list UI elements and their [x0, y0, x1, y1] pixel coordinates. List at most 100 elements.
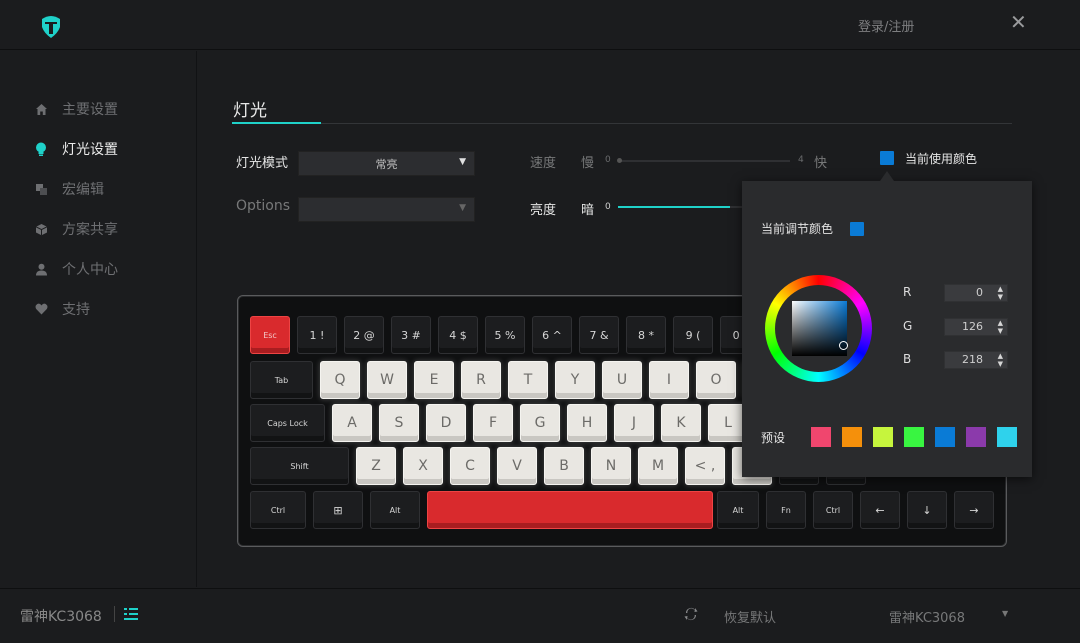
device-select-arrow-icon[interactable]: ▼: [1002, 609, 1008, 618]
list-icon[interactable]: [124, 606, 138, 622]
keyboard-key[interactable]: 2 @: [344, 316, 384, 354]
dropdown-arrow-icon: ▼: [459, 157, 466, 167]
keyboard-key[interactable]: 7 &: [579, 316, 619, 354]
page-title: 灯光: [233, 101, 267, 121]
keyboard-key[interactable]: V: [497, 447, 537, 485]
keyboard-key[interactable]: G: [520, 404, 560, 442]
keyboard-key[interactable]: S: [379, 404, 419, 442]
sidebar-item-macro[interactable]: 宏编辑: [34, 178, 104, 200]
current-color-swatch[interactable]: [880, 151, 894, 165]
keyboard-key[interactable]: N: [591, 447, 631, 485]
keyboard-key[interactable]: W: [367, 361, 407, 399]
speed-max: 4: [798, 155, 804, 165]
current-adjust-label: 当前调节颜色: [761, 222, 834, 236]
keyboard-key[interactable]: C: [450, 447, 490, 485]
stepper-arrows-icon[interactable]: ▲ ▼: [998, 319, 1003, 335]
speed-fast-label: 快: [814, 156, 828, 171]
keyboard-key[interactable]: J: [614, 404, 654, 442]
keyboard-key[interactable]: 1 !: [297, 316, 337, 354]
keyboard-key[interactable]: →: [954, 491, 994, 529]
bulb-icon: [34, 142, 48, 156]
b-input[interactable]: 218 ▲ ▼: [944, 351, 1008, 369]
keyboard-key[interactable]: 6 ^: [532, 316, 572, 354]
login-register-link[interactable]: 登录/注册: [858, 16, 914, 35]
preset-color-swatch[interactable]: [811, 427, 831, 447]
keyboard-key[interactable]: ↓: [907, 491, 947, 529]
refresh-icon[interactable]: [683, 606, 699, 622]
preset-color-swatch[interactable]: [873, 427, 893, 447]
keyboard-key[interactable]: M: [638, 447, 678, 485]
keyboard-key[interactable]: 8 *: [626, 316, 666, 354]
r-input[interactable]: 0 ▲ ▼: [944, 284, 1008, 302]
top-bar: 登录/注册 ✕: [0, 0, 1080, 50]
keyboard-key[interactable]: Alt: [370, 491, 420, 529]
keyboard-key[interactable]: 5 %: [485, 316, 525, 354]
keyboard-key[interactable]: 9 (: [673, 316, 713, 354]
sidebar-item-personal[interactable]: 个人中心: [34, 258, 118, 280]
keyboard-key[interactable]: < ,: [685, 447, 725, 485]
keyboard-key[interactable]: F: [473, 404, 513, 442]
keyboard-key[interactable]: E: [414, 361, 454, 399]
restore-default-button[interactable]: 恢复默认: [724, 607, 776, 626]
sidebar-item-main-settings[interactable]: 主要设置: [34, 98, 118, 120]
preset-color-swatch[interactable]: [997, 427, 1017, 447]
keyboard-key[interactable]: A: [332, 404, 372, 442]
sidebar-item-label: 个人中心: [62, 262, 118, 278]
thunderobot-logo-icon: [42, 16, 60, 38]
keyboard-key[interactable]: ←: [860, 491, 900, 529]
keyboard-key[interactable]: I: [649, 361, 689, 399]
speed-min: 0: [605, 155, 611, 165]
keyboard-key[interactable]: Shift: [250, 447, 349, 485]
keyboard-key[interactable]: Z: [356, 447, 396, 485]
light-mode-label: 灯光模式: [236, 156, 289, 171]
brightness-dark-label: 暗: [581, 203, 595, 218]
keyboard-key[interactable]: O: [696, 361, 736, 399]
keyboard-key[interactable]: D: [426, 404, 466, 442]
keyboard-key[interactable]: Alt: [717, 491, 759, 529]
speed-slider[interactable]: [618, 160, 790, 162]
preset-color-swatch[interactable]: [842, 427, 862, 447]
stepper-arrows-icon[interactable]: ▲ ▼: [998, 285, 1003, 301]
cube-icon: [34, 222, 48, 236]
b-label: B: [903, 352, 912, 366]
speed-slider-handle[interactable]: [617, 158, 622, 163]
sidebar-item-support[interactable]: 支持: [34, 298, 90, 320]
keyboard-key[interactable]: X: [403, 447, 443, 485]
keyboard-key[interactable]: R: [461, 361, 501, 399]
keyboard-key[interactable]: Q: [320, 361, 360, 399]
keyboard-key[interactable]: H: [567, 404, 607, 442]
options-label: Options: [236, 198, 291, 214]
sidebar-item-lighting[interactable]: 灯光设置: [34, 138, 118, 160]
title-active-underline: [232, 122, 321, 124]
heart-icon: [34, 302, 48, 316]
keyboard-key[interactable]: Ctrl: [813, 491, 853, 529]
device-select[interactable]: 雷神KC3068: [889, 607, 965, 626]
keyboard-key[interactable]: Caps Lock: [250, 404, 325, 442]
preset-color-swatch[interactable]: [904, 427, 924, 447]
preset-color-swatch[interactable]: [935, 427, 955, 447]
keyboard-key[interactable]: Ctrl: [250, 491, 306, 529]
keyboard-key[interactable]: Tab: [250, 361, 313, 399]
light-mode-select[interactable]: 常亮 ▼: [298, 151, 475, 176]
current-color-label: 当前使用颜色: [905, 152, 978, 166]
keyboard-key[interactable]: ⊞: [313, 491, 363, 529]
options-select[interactable]: ▼: [298, 197, 475, 222]
keyboard-key[interactable]: T: [508, 361, 548, 399]
keyboard-key[interactable]: U: [602, 361, 642, 399]
sidebar-item-share[interactable]: 方案共享: [34, 218, 118, 240]
keyboard-key[interactable]: B: [544, 447, 584, 485]
stepper-arrows-icon[interactable]: ▲ ▼: [998, 352, 1003, 368]
brightness-slider[interactable]: [618, 206, 742, 208]
keyboard-key[interactable]: Esc: [250, 316, 290, 354]
keyboard-key[interactable]: Fn: [766, 491, 806, 529]
keyboard-key[interactable]: 4 $: [438, 316, 478, 354]
speed-slow-label: 慢: [581, 156, 595, 171]
g-input[interactable]: 126 ▲ ▼: [944, 318, 1008, 336]
keyboard-key[interactable]: [427, 491, 713, 529]
color-picker-handle[interactable]: [839, 341, 848, 350]
keyboard-key[interactable]: Y: [555, 361, 595, 399]
keyboard-key[interactable]: 3 #: [391, 316, 431, 354]
close-icon[interactable]: ✕: [1010, 10, 1027, 34]
preset-color-swatch[interactable]: [966, 427, 986, 447]
keyboard-key[interactable]: K: [661, 404, 701, 442]
